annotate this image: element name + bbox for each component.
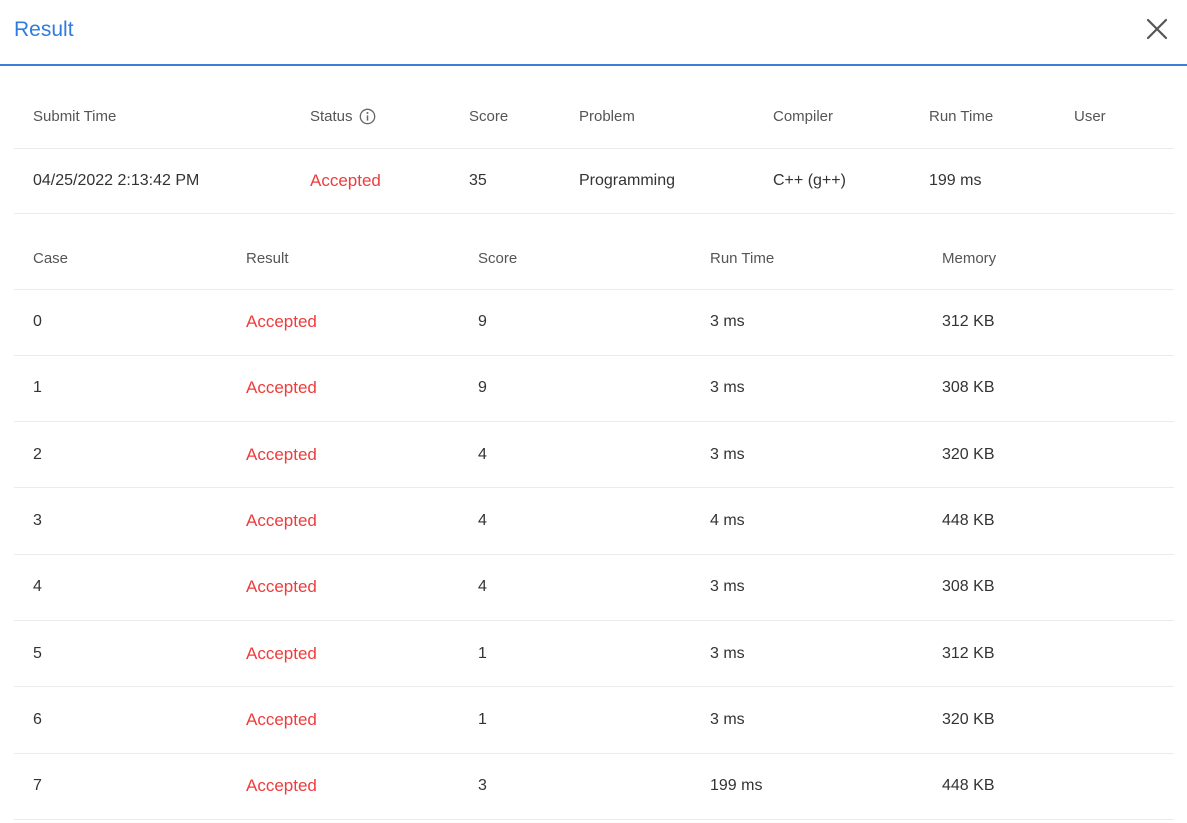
- case-score: 4: [478, 445, 487, 463]
- problem-value: Programming: [579, 171, 676, 189]
- case-number: 1: [33, 379, 42, 397]
- case-run-time: 3 ms: [710, 445, 745, 463]
- case-result: Accepted: [246, 444, 317, 464]
- cases-header-row: Case Result Score Run Time Memory: [14, 228, 1174, 289]
- case-score: 4: [478, 578, 487, 596]
- case-result: Accepted: [246, 709, 317, 729]
- header-user: User: [1074, 108, 1106, 126]
- case-run-time: 3 ms: [710, 379, 745, 397]
- table-row: 4 Accepted 4 3 ms 308 KB: [14, 554, 1174, 621]
- case-run-time: 4 ms: [710, 512, 745, 530]
- table-row: 2 Accepted 4 3 ms 320 KB: [14, 422, 1174, 488]
- case-score: 1: [478, 710, 487, 728]
- status-value: Accepted: [310, 170, 381, 190]
- case-run-time: 3 ms: [710, 644, 745, 662]
- case-memory: 448 KB: [942, 512, 995, 530]
- case-result: Accepted: [246, 577, 317, 597]
- case-memory: 320 KB: [942, 710, 995, 728]
- case-result: Accepted: [246, 511, 317, 531]
- case-memory: 312 KB: [942, 644, 995, 662]
- submission-summary-table: Submit Time Status Score Problem Compile…: [14, 86, 1174, 214]
- run-time-value: 199 ms: [929, 171, 982, 189]
- header-memory: Memory: [942, 249, 997, 267]
- case-number: 5: [33, 644, 42, 662]
- header-case: Case: [33, 249, 69, 267]
- case-number: 6: [33, 710, 42, 728]
- result-dialog: Result Submit Time Status Score Problem …: [0, 0, 1187, 823]
- case-number: 3: [33, 512, 42, 530]
- table-row: 7 Accepted 3 199 ms 448 KB: [14, 753, 1174, 820]
- header-run-time: Run Time: [929, 108, 994, 126]
- summary-header-row: Submit Time Status Score Problem Compile…: [14, 86, 1174, 148]
- case-run-time: 3 ms: [710, 710, 745, 728]
- test-cases-table: Case Result Score Run Time Memory 0 Acce…: [14, 228, 1174, 820]
- table-row: 1 Accepted 9 3 ms 308 KB: [14, 355, 1174, 422]
- table-row: 3 Accepted 4 4 ms 448 KB: [14, 488, 1174, 555]
- dialog-header: Result: [0, 0, 1187, 66]
- case-number: 0: [33, 313, 42, 331]
- case-number: 7: [33, 777, 42, 795]
- case-result: Accepted: [246, 312, 317, 332]
- case-run-time: 3 ms: [710, 578, 745, 596]
- compiler-value: C++ (g++): [773, 171, 846, 189]
- table-row: 6 Accepted 1 3 ms 320 KB: [14, 687, 1174, 754]
- case-result: Accepted: [246, 643, 317, 663]
- case-run-time: 3 ms: [710, 313, 745, 331]
- case-run-time: 199 ms: [710, 777, 763, 795]
- close-button[interactable]: [1141, 13, 1173, 45]
- case-number: 4: [33, 578, 42, 596]
- case-memory: 320 KB: [942, 445, 995, 463]
- header-case-score: Score: [478, 249, 518, 267]
- case-score: 9: [478, 379, 487, 397]
- case-result: Accepted: [246, 378, 317, 398]
- header-problem: Problem: [579, 108, 635, 126]
- summary-row: 04/25/2022 2:13:42 PM Accepted 35 Progra…: [14, 148, 1174, 213]
- header-submit-time: Submit Time: [33, 108, 117, 126]
- case-number: 2: [33, 445, 42, 463]
- table-row: 5 Accepted 1 3 ms 312 KB: [14, 620, 1174, 687]
- header-result: Result: [246, 249, 289, 267]
- case-memory: 448 KB: [942, 777, 995, 795]
- header-compiler: Compiler: [773, 108, 834, 126]
- table-row: 0 Accepted 9 3 ms 312 KB: [14, 289, 1174, 356]
- case-result: Accepted: [246, 776, 317, 796]
- header-score: Score: [469, 108, 509, 126]
- dialog-title: Result: [14, 18, 74, 41]
- header-case-run-time: Run Time: [710, 249, 775, 267]
- score-value: 35: [469, 171, 487, 189]
- case-score: 9: [478, 313, 487, 331]
- close-icon[interactable]: [1141, 13, 1173, 45]
- case-score: 4: [478, 512, 487, 530]
- header-status: Status: [310, 86, 469, 148]
- case-memory: 308 KB: [942, 578, 995, 596]
- case-memory: 312 KB: [942, 313, 995, 331]
- submit-time-value: 04/25/2022 2:13:42 PM: [33, 171, 200, 189]
- info-icon[interactable]: [359, 108, 376, 125]
- case-memory: 308 KB: [942, 379, 995, 397]
- case-score: 3: [478, 777, 487, 795]
- user-value: [1074, 148, 1174, 213]
- header-status-label: Status: [310, 108, 353, 126]
- case-score: 1: [478, 644, 487, 662]
